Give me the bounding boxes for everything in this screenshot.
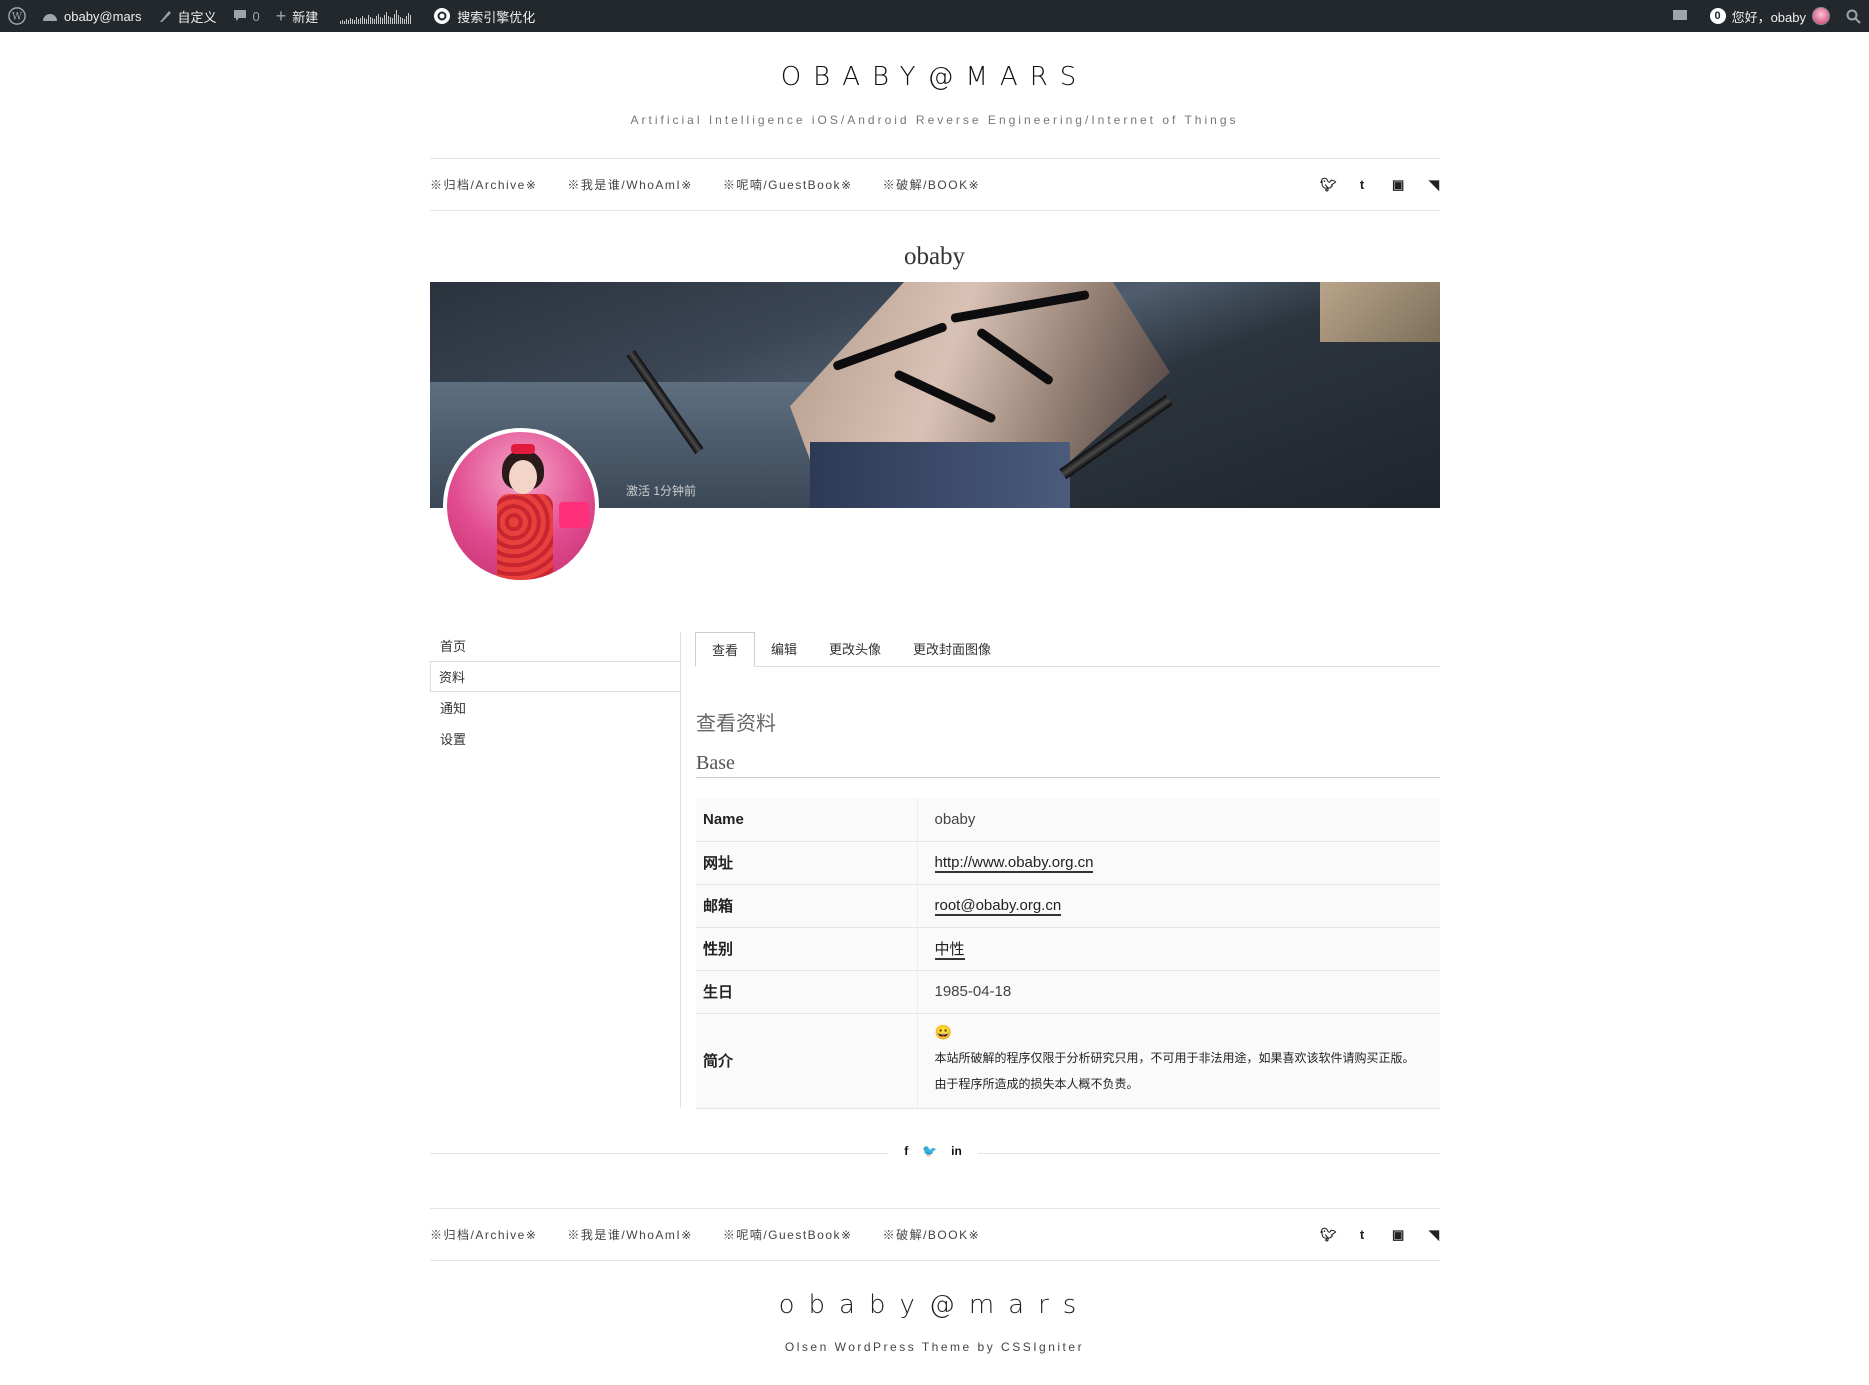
- field-label-email: 邮箱: [696, 884, 918, 928]
- side-menu-settings[interactable]: 设置: [430, 723, 681, 754]
- website-link[interactable]: http://www.obaby.org.cn: [934, 854, 1094, 873]
- account-menu[interactable]: 0 您好，obaby: [1702, 0, 1838, 32]
- email-link[interactable]: root@obaby.org.cn: [934, 897, 1062, 916]
- tab-change-avatar[interactable]: 更改头像: [813, 631, 897, 666]
- rss-icon[interactable]: ◥: [1428, 177, 1440, 193]
- linkedin-icon[interactable]: in: [951, 1144, 962, 1162]
- table-row: 性别 中性: [696, 927, 1440, 971]
- seo-menu[interactable]: 搜索引擎优化: [425, 0, 543, 32]
- svg-text:W: W: [12, 12, 23, 23]
- admin-bar: W obaby@mars 自定义 0 + 新建 搜索引擎优化 0 您好，obab…: [0, 0, 1869, 32]
- footer-nav-item-guestbook[interactable]: ※呢喃/GuestBook※: [723, 1226, 853, 1243]
- footer-social-links: 🐦︎ t ▣ ◥: [1320, 1227, 1440, 1243]
- notification-bubble-icon: [1672, 9, 1688, 23]
- rss-icon[interactable]: ◥: [1428, 1227, 1440, 1243]
- profile-fields-table: Name obaby 网址 http://www.obaby.org.cn 邮箱…: [696, 798, 1440, 1109]
- nav-item-guestbook[interactable]: ※呢喃/GuestBook※: [723, 176, 853, 193]
- footer-site-title[interactable]: obaby@mars: [0, 1290, 1869, 1320]
- tab-edit[interactable]: 编辑: [755, 631, 813, 666]
- side-menu-notifications[interactable]: 通知: [430, 692, 681, 723]
- profile-group-title: Base: [696, 752, 1440, 778]
- smile-emoji-icon: 😀: [934, 1024, 952, 1040]
- comments-count: 0: [252, 8, 260, 24]
- admin-bar-right: 0 您好，obaby: [1664, 0, 1869, 32]
- footer-nav-item-book[interactable]: ※破解/BOOK※: [883, 1226, 981, 1243]
- profile-display-name: obaby: [903, 243, 966, 270]
- nav-item-whoami[interactable]: ※我是谁/WhoAmI※: [567, 176, 692, 193]
- seo-label: 搜索引擎优化: [457, 9, 536, 25]
- twitter-icon[interactable]: 🐦︎: [1320, 177, 1337, 193]
- twitter-icon[interactable]: 🐦: [922, 1144, 937, 1162]
- dashboard-icon: [42, 9, 58, 23]
- footer-nav-links: ※归档/Archive※ ※我是谁/WhoAmI※ ※呢喃/GuestBook※…: [430, 1226, 980, 1243]
- wordpress-menu[interactable]: W: [0, 0, 34, 32]
- new-content-menu[interactable]: + 新建: [268, 0, 327, 32]
- field-label-name: Name: [696, 798, 918, 842]
- site-tagline: Artificial Intelligence iOS/Android Reve…: [630, 113, 1239, 127]
- footer-nav-item-archive[interactable]: ※归档/Archive※: [430, 1226, 537, 1243]
- new-label: 新建: [292, 9, 319, 25]
- field-value-birthday: 1985-04-18: [917, 970, 1440, 1014]
- view-profile-title: 查看资料: [696, 713, 776, 735]
- profile-side-menu: 首页 资料 通知 设置: [430, 630, 681, 754]
- footer-nav-item-whoami[interactable]: ※我是谁/WhoAmI※: [567, 1226, 692, 1243]
- profile-tabs: 查看 编辑 更改头像 更改封面图像: [695, 632, 1440, 667]
- table-row: 简介 😀 本站所破解的程序仅限于分析研究只用，不可用于非法用途，如果喜欢该软件请…: [696, 1013, 1440, 1109]
- nav-links: ※归档/Archive※ ※我是谁/WhoAmI※ ※呢喃/GuestBook※…: [430, 176, 980, 193]
- plus-icon: +: [275, 5, 287, 26]
- table-row: 网址 http://www.obaby.org.cn: [696, 841, 1440, 885]
- footer-credit: Olsen WordPress Theme by CSSIgniter: [784, 1340, 1085, 1354]
- main-navigation: ※归档/Archive※ ※我是谁/WhoAmI※ ※呢喃/GuestBook※…: [430, 158, 1440, 211]
- profile-avatar: [443, 428, 599, 584]
- field-label-bio: 简介: [696, 1013, 918, 1109]
- twitter-icon[interactable]: 🐦︎: [1320, 1227, 1337, 1243]
- wordpress-logo-icon: W: [8, 7, 26, 25]
- share-links: f 🐦 in: [888, 1144, 978, 1162]
- field-label-birthday: 生日: [696, 970, 918, 1014]
- nav-item-book[interactable]: ※破解/BOOK※: [883, 176, 981, 193]
- gender-link[interactable]: 中性: [934, 941, 965, 960]
- stats-sparkline[interactable]: [326, 0, 425, 32]
- seo-gear-icon: [433, 7, 451, 25]
- user-avatar: [1812, 7, 1830, 25]
- field-label-website: 网址: [696, 841, 918, 885]
- facebook-icon[interactable]: f: [904, 1144, 908, 1162]
- notification-count-badge: 0: [1709, 8, 1726, 24]
- field-label-gender: 性别: [696, 927, 918, 971]
- youtube-icon[interactable]: ▣: [1392, 177, 1404, 193]
- table-row: 生日 1985-04-18: [696, 970, 1440, 1014]
- field-value-name: obaby: [917, 798, 1440, 842]
- tab-change-cover[interactable]: 更改封面图像: [897, 631, 1007, 666]
- site-name-label: obaby@mars: [64, 8, 142, 24]
- footer-navigation: ※归档/Archive※ ※我是谁/WhoAmI※ ※呢喃/GuestBook※…: [430, 1208, 1440, 1261]
- nav-item-archive[interactable]: ※归档/Archive※: [430, 176, 537, 193]
- last-active-status: 激活 1分钟前: [626, 484, 697, 498]
- side-menu-home[interactable]: 首页: [430, 630, 681, 661]
- comments-menu[interactable]: 0: [225, 0, 268, 32]
- customize-menu[interactable]: 自定义: [150, 0, 225, 32]
- customize-label: 自定义: [177, 9, 217, 25]
- youtube-icon[interactable]: ▣: [1392, 1227, 1404, 1243]
- side-menu-profile[interactable]: 资料: [430, 661, 681, 692]
- field-value-bio: 本站所破解的程序仅限于分析研究只用，不可用于非法用途，如果喜欢该软件请购买正版。…: [934, 1051, 1415, 1091]
- notification-menu[interactable]: [1664, 0, 1702, 32]
- brush-icon: [158, 9, 172, 23]
- comment-icon: [233, 9, 247, 23]
- side-menu-divider: [680, 632, 681, 1108]
- search-menu[interactable]: [1838, 0, 1869, 32]
- table-row: 邮箱 root@obaby.org.cn: [696, 884, 1440, 928]
- tab-view[interactable]: 查看: [695, 632, 756, 667]
- tumblr-icon[interactable]: t: [1356, 1227, 1368, 1243]
- stats-chart-icon: [340, 8, 412, 24]
- site-name-menu[interactable]: obaby@mars: [34, 0, 150, 32]
- table-row: Name obaby: [696, 798, 1440, 842]
- social-links: 🐦︎ t ▣ ◥: [1320, 177, 1440, 193]
- site-title[interactable]: OBABY@MARS: [0, 62, 1869, 92]
- tumblr-icon[interactable]: t: [1356, 177, 1368, 193]
- search-icon: [1846, 9, 1861, 24]
- greeting-label: 您好，obaby: [1731, 9, 1806, 25]
